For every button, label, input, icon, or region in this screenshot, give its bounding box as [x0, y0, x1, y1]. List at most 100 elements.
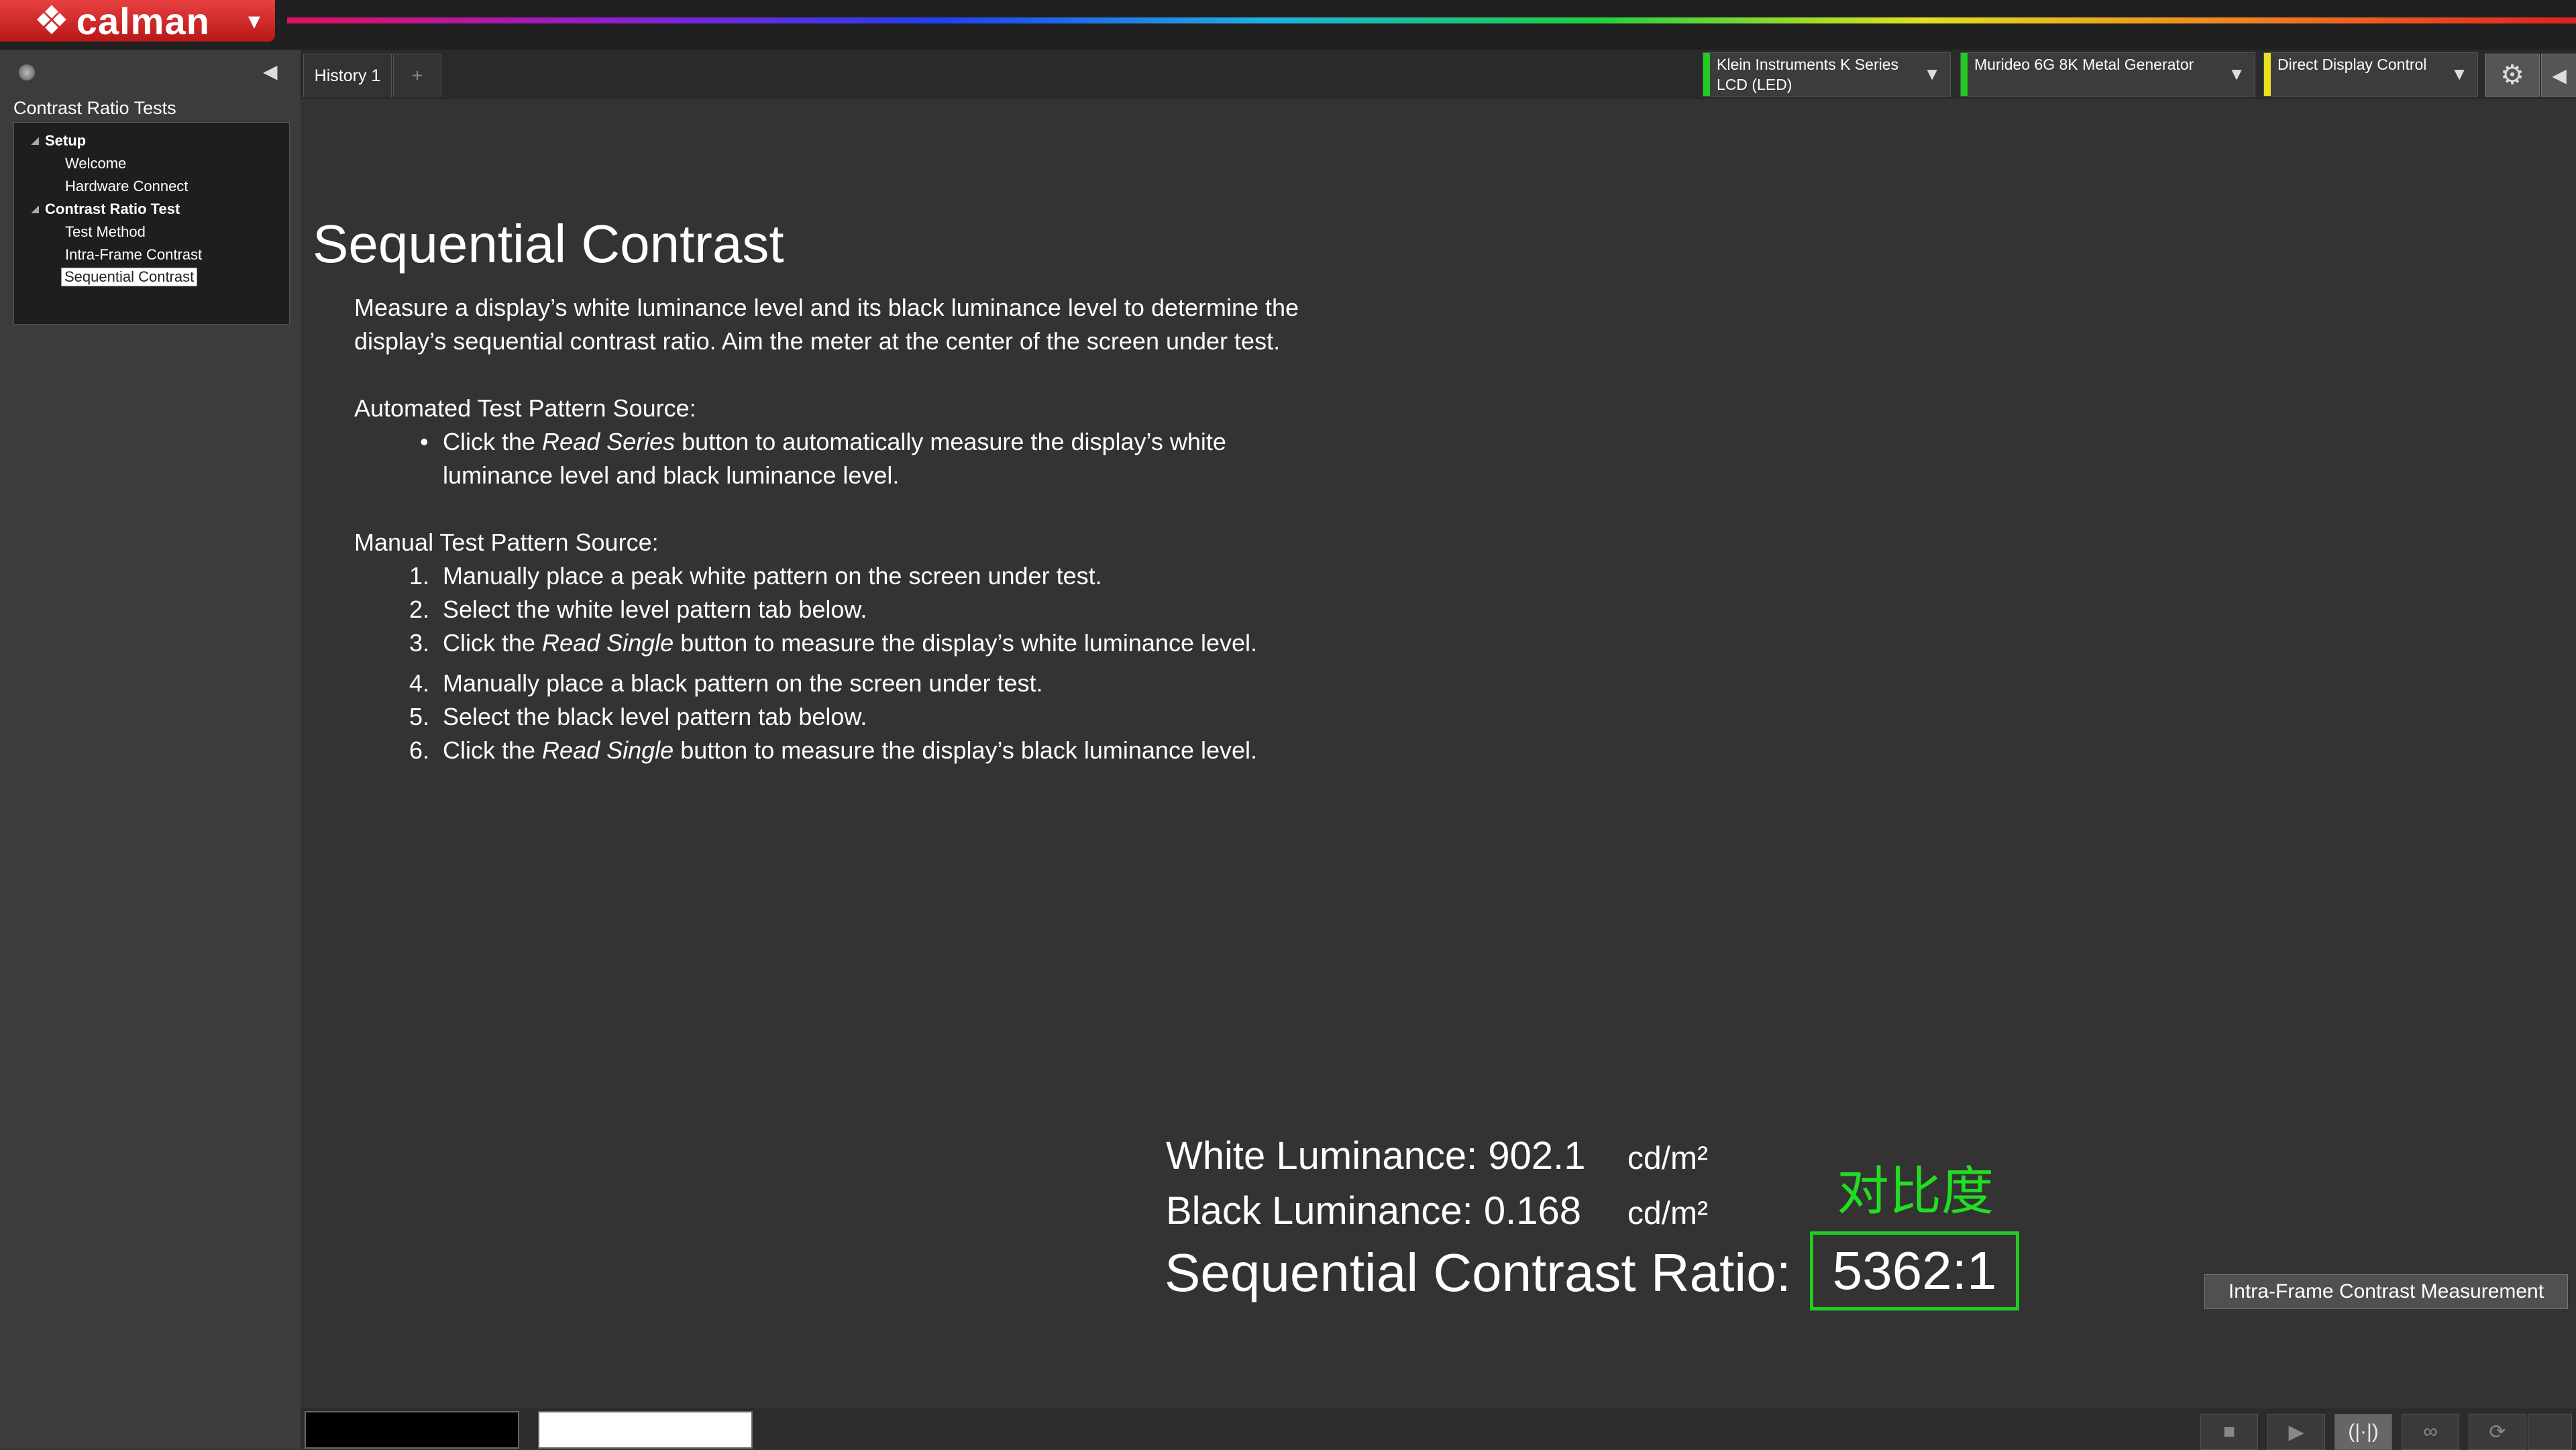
step-emphasis: Read Series	[542, 428, 676, 455]
list-item: Click the Read Series button to automati…	[354, 425, 1307, 492]
pattern-control-strip: ■ ▶ (|·|) ∞ ⟳	[301, 1408, 2576, 1450]
play-icon: ▶	[2288, 1420, 2304, 1443]
read-continuous-icon: ∞	[2423, 1420, 2438, 1443]
tree-item-intra-frame-contrast[interactable]: Intra-Frame Contrast	[65, 246, 202, 264]
tree-item-label: Sequential Contrast	[64, 268, 195, 285]
manual-heading: Manual Test Pattern Source:	[354, 528, 659, 556]
logo-text: calman	[76, 0, 210, 42]
stop-button[interactable]: ■	[2200, 1414, 2258, 1450]
step-text: button to measure the display’s black lu…	[674, 736, 1258, 764]
workflow-title: Contrast Ratio Tests	[13, 98, 176, 118]
tree-item-label: Contrast Ratio Test	[45, 201, 180, 217]
step-number: 6.	[409, 736, 430, 764]
chevron-down-icon[interactable]: ▼	[1923, 64, 1941, 84]
tree-item-contrast-ratio-test[interactable]: ◢ Contrast Ratio Test	[32, 201, 180, 218]
list-item: 4. Manually place a black pattern on the …	[354, 667, 1307, 700]
display-selector[interactable]: Direct Display Control ▼	[2263, 52, 2478, 97]
refresh-icon: ⟳	[2489, 1420, 2506, 1443]
tab-history-1[interactable]: History 1	[303, 54, 392, 97]
calman-menu-button[interactable]: ❖ calman ▾	[0, 0, 275, 42]
expand-triangle-icon[interactable]: ◢	[32, 203, 39, 215]
tree-item-label: Setup	[45, 132, 87, 149]
step-text: Manually place a black pattern on the sc…	[443, 669, 1043, 697]
display-status-indicator	[2264, 53, 2271, 96]
step-number: 3.	[409, 629, 430, 657]
display-control-name: Direct Display Control	[2277, 56, 2427, 73]
contrast-annotation: 对比度	[1837, 1162, 1994, 1221]
meter-mode: LCD (LED)	[1717, 76, 1792, 93]
step-number: 2.	[409, 596, 430, 623]
add-tab-button[interactable]: +	[393, 54, 441, 97]
step-number: 4.	[409, 669, 430, 697]
white-luminance-unit: cd/m²	[1627, 1141, 1708, 1176]
chevron-down-icon: ▾	[248, 7, 260, 34]
list-item: 5. Select the black level pattern tab bel…	[354, 700, 1307, 734]
tree-item-welcome[interactable]: Welcome	[65, 155, 126, 172]
rainbow-divider	[287, 17, 2576, 23]
collapse-sidebar-icon[interactable]: ◀	[263, 60, 278, 82]
chevron-down-icon[interactable]: ▼	[2228, 64, 2245, 84]
step-text: Click the	[443, 629, 543, 657]
tab-bar: History 1 + Klein Instruments K Series L…	[301, 50, 2576, 99]
read-single-icon: (|·|)	[2348, 1420, 2379, 1443]
meter-status-indicator	[1703, 53, 1710, 96]
step-text: button to measure the display’s white lu…	[674, 629, 1258, 657]
generator-status-indicator	[1961, 53, 1968, 96]
next-button[interactable]	[2528, 1414, 2572, 1450]
list-item: 1. Manually place a peak white pattern on…	[354, 559, 1307, 593]
read-continuous-button[interactable]: ∞	[2402, 1414, 2459, 1450]
tree-item-label: Intra-Frame Contrast	[65, 246, 203, 263]
meter-selector[interactable]: Klein Instruments K Series LCD (LED) ▼	[1703, 52, 1951, 97]
chevron-down-icon[interactable]: ▼	[2451, 64, 2468, 84]
manual-steps-list: 1. Manually place a peak white pattern on…	[354, 559, 1307, 767]
chevron-left-icon: ◀	[2552, 64, 2567, 86]
main-panel: History 1 + Klein Instruments K Series L…	[301, 50, 2576, 1450]
black-luminance-unit: cd/m²	[1627, 1196, 1708, 1231]
auto-steps-list: Click the Read Series button to automati…	[354, 425, 1307, 492]
step-number: 1.	[409, 562, 430, 590]
step-text: Select the black level pattern tab below…	[443, 703, 867, 730]
tree-item-label: Hardware Connect	[65, 178, 189, 194]
step-text: Click the	[443, 736, 543, 764]
pin-icon[interactable]	[19, 64, 35, 80]
collapse-panel-button[interactable]: ◀	[2541, 54, 2576, 97]
workflow-tree: ◢ Setup Welcome Hardware Connect ◢ Contr…	[13, 122, 290, 325]
step-text: Manually place a peak white pattern on t…	[443, 562, 1102, 590]
intro-text: Measure a display’s white luminance leve…	[354, 294, 1299, 355]
meter-name: Klein Instruments K Series	[1717, 56, 1899, 73]
list-item: 3. Click the Read Single button to measur…	[354, 626, 1307, 660]
tree-item-sequential-contrast[interactable]: Sequential Contrast	[61, 268, 198, 286]
generator-selector[interactable]: Murideo 6G 8K Metal Generator ▼	[1960, 52, 2255, 97]
list-item: 6. Click the Read Single button to measur…	[354, 734, 1307, 767]
step-text: Select the white level pattern tab below…	[443, 596, 867, 623]
contrast-ratio-label: Sequential Contrast Ratio:	[1165, 1243, 1791, 1302]
page-title: Sequential Contrast	[313, 214, 784, 274]
auto-heading: Automated Test Pattern Source:	[354, 394, 696, 422]
tree-item-label: Welcome	[65, 155, 127, 172]
white-level-pattern-tab[interactable]	[538, 1411, 753, 1449]
black-luminance-readout: Black Luminance: 0.168	[1166, 1189, 1582, 1233]
step-emphasis: Read Single	[542, 629, 674, 657]
contrast-ratio-value: 5362:1	[1810, 1231, 2019, 1310]
refresh-button[interactable]: ⟳	[2469, 1414, 2526, 1450]
step-text: Click the	[443, 428, 543, 455]
list-item: 2. Select the white level pattern tab bel…	[354, 593, 1307, 626]
white-luminance-readout: White Luminance: 902.1	[1166, 1134, 1586, 1178]
top-bar: ❖ calman ▾	[0, 0, 2576, 50]
step-emphasis: Read Single	[542, 736, 674, 764]
step-number: 5.	[409, 703, 430, 730]
expand-triangle-icon[interactable]: ◢	[32, 135, 39, 146]
instructions: Measure a display’s white luminance leve…	[354, 291, 1307, 767]
workflow-sidebar: ◀ Contrast Ratio Tests ◢ Setup Welcome H…	[0, 50, 301, 1449]
tree-item-setup[interactable]: ◢ Setup	[32, 132, 87, 150]
intra-frame-contrast-button[interactable]: Intra-Frame Contrast Measurement	[2204, 1274, 2568, 1309]
settings-button[interactable]: ⚙	[2485, 54, 2540, 97]
black-level-pattern-tab[interactable]	[305, 1411, 519, 1449]
gear-icon: ⚙	[2500, 60, 2524, 90]
read-series-button[interactable]: ▶	[2267, 1414, 2325, 1450]
tree-item-label: Test Method	[65, 223, 146, 240]
calman-logo-icon: ❖	[34, 0, 70, 43]
read-single-button[interactable]: (|·|)	[2334, 1414, 2392, 1450]
tree-item-hardware-connect[interactable]: Hardware Connect	[65, 178, 188, 195]
tree-item-test-method[interactable]: Test Method	[65, 223, 146, 241]
